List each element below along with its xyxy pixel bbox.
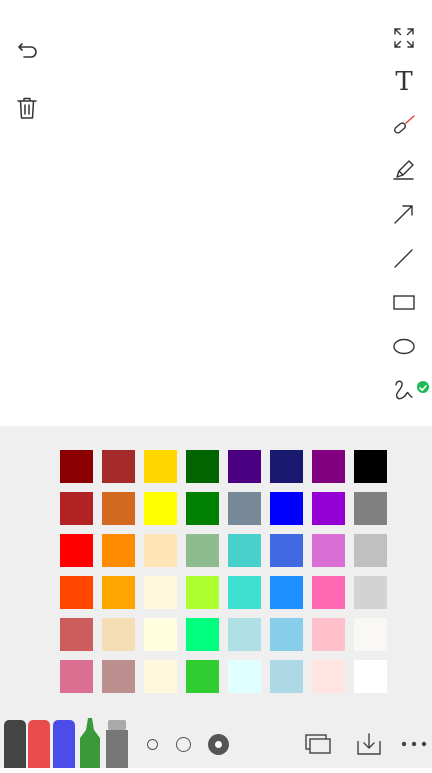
highlighter-icon — [393, 160, 414, 180]
color-swatch[interactable] — [354, 576, 387, 609]
layers-button[interactable] — [298, 724, 338, 764]
pen-green-selected[interactable] — [78, 718, 102, 768]
color-swatch-grid — [60, 450, 387, 693]
trash-button[interactable] — [7, 88, 47, 128]
more-button[interactable] — [394, 724, 432, 764]
color-swatch[interactable] — [354, 660, 387, 693]
arrow-button[interactable] — [384, 194, 424, 234]
color-swatch[interactable] — [186, 618, 219, 651]
color-swatch[interactable] — [102, 576, 135, 609]
color-swatch[interactable] — [270, 534, 303, 567]
fullscreen-button[interactable] — [384, 18, 424, 58]
fullscreen-icon — [394, 28, 414, 48]
color-swatch[interactable] — [102, 618, 135, 651]
color-swatch[interactable] — [354, 618, 387, 651]
color-swatch[interactable] — [102, 492, 135, 525]
color-swatch[interactable] — [186, 576, 219, 609]
color-swatch[interactable] — [60, 576, 93, 609]
color-swatch[interactable] — [144, 450, 177, 483]
color-swatch[interactable] — [270, 492, 303, 525]
color-swatch[interactable] — [228, 660, 261, 693]
rectangle-icon — [393, 295, 415, 310]
pen-gray[interactable] — [105, 720, 129, 768]
color-swatch[interactable] — [60, 660, 93, 693]
drawing-canvas[interactable] — [0, 0, 432, 426]
download-icon — [357, 733, 381, 755]
color-swatch[interactable] — [228, 534, 261, 567]
text-tool-button[interactable]: T — [384, 62, 424, 102]
color-swatch[interactable] — [354, 492, 387, 525]
color-swatch[interactable] — [312, 576, 345, 609]
color-swatch[interactable] — [312, 450, 345, 483]
color-swatch[interactable] — [144, 660, 177, 693]
color-swatch[interactable] — [144, 534, 177, 567]
color-swatch[interactable] — [312, 618, 345, 651]
color-swatch[interactable] — [186, 660, 219, 693]
size-small-button[interactable] — [147, 739, 158, 750]
color-swatch[interactable] — [102, 450, 135, 483]
color-swatch[interactable] — [228, 576, 261, 609]
color-swatch[interactable] — [102, 534, 135, 567]
color-swatch[interactable] — [228, 450, 261, 483]
color-swatch[interactable] — [186, 492, 219, 525]
more-icon — [401, 741, 427, 747]
ellipse-button[interactable] — [384, 326, 424, 366]
color-swatch[interactable] — [354, 534, 387, 567]
selected-check-icon — [417, 381, 429, 393]
color-swatch[interactable] — [270, 660, 303, 693]
text-icon: T — [395, 67, 413, 97]
color-swatch[interactable] — [312, 534, 345, 567]
color-swatch[interactable] — [270, 450, 303, 483]
save-button[interactable] — [349, 724, 389, 764]
pen-red[interactable] — [28, 720, 50, 768]
line-icon — [394, 249, 413, 268]
color-swatch[interactable] — [228, 618, 261, 651]
ellipse-icon — [393, 338, 415, 355]
line-button[interactable] — [384, 238, 424, 278]
color-swatch[interactable] — [270, 576, 303, 609]
size-large-button[interactable] — [208, 734, 229, 755]
color-swatch[interactable] — [60, 534, 93, 567]
color-swatch[interactable] — [60, 492, 93, 525]
color-swatch[interactable] — [228, 492, 261, 525]
arrow-icon — [394, 205, 413, 224]
highlighter-button[interactable] — [384, 150, 424, 190]
pen-black[interactable] — [4, 720, 26, 768]
color-swatch[interactable] — [60, 450, 93, 483]
color-swatch[interactable] — [102, 660, 135, 693]
color-swatch[interactable] — [312, 660, 345, 693]
color-swatch[interactable] — [312, 492, 345, 525]
color-swatch[interactable] — [186, 534, 219, 567]
color-swatch[interactable] — [186, 450, 219, 483]
laser-pointer-button[interactable] — [384, 106, 424, 146]
rectangle-button[interactable] — [384, 282, 424, 322]
undo-button[interactable] — [8, 30, 48, 70]
color-swatch[interactable] — [354, 450, 387, 483]
size-medium-button[interactable] — [176, 737, 191, 752]
laser-pointer-icon — [394, 115, 415, 134]
color-swatch[interactable] — [270, 618, 303, 651]
color-swatch[interactable] — [144, 576, 177, 609]
color-swatch[interactable] — [144, 492, 177, 525]
color-swatch[interactable] — [60, 618, 93, 651]
color-swatch[interactable] — [144, 618, 177, 651]
freehand-icon — [395, 380, 413, 400]
bottom-toolbar — [0, 704, 432, 768]
pen-blue[interactable] — [53, 720, 75, 768]
trash-icon — [17, 97, 37, 119]
layers-icon — [305, 734, 331, 754]
undo-icon — [18, 43, 37, 58]
